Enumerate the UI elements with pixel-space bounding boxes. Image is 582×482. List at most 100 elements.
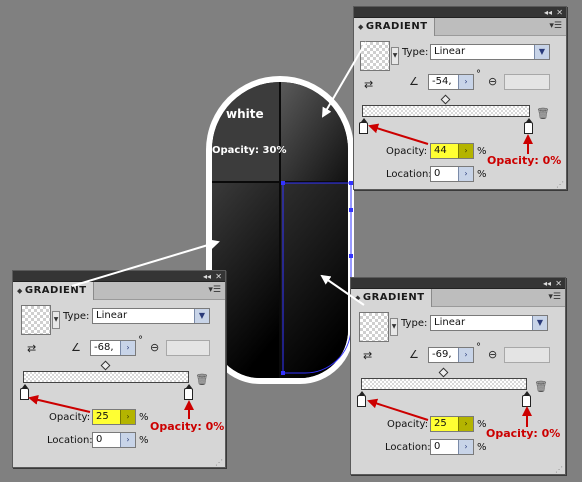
opacity-label: Opacity: — [49, 412, 91, 423]
end-stop-opacity-note: Opacity: 0% — [487, 154, 562, 167]
reverse-gradient-icon[interactable]: ⇄ — [364, 79, 373, 91]
end-stop-opacity-note: Opacity: 0% — [150, 420, 225, 433]
angle-value: -54, — [432, 76, 452, 87]
panel-menu-icon[interactable]: ▾☰ — [548, 292, 561, 302]
opacity-field[interactable]: 25 › — [92, 409, 136, 425]
angle-icon: ∠ — [409, 75, 419, 88]
type-select[interactable]: Linear ▼ — [430, 44, 550, 60]
angle-unit: ° — [476, 342, 481, 353]
angle-value: -68, — [94, 342, 114, 353]
gradient-ramp[interactable] — [23, 371, 189, 383]
tab-gradient-label: GRADIENT — [362, 292, 425, 303]
gradient-midpoint[interactable] — [100, 360, 111, 371]
type-label: Type: — [401, 318, 428, 329]
gradient-swatch[interactable] — [359, 312, 389, 342]
swatch-dropdown-icon[interactable]: ▼ — [52, 311, 60, 329]
tab-expand-icon[interactable]: ◆ — [358, 23, 364, 31]
panel-titlebar[interactable]: ◂◂ ✕ — [13, 271, 225, 282]
gradient-swatch[interactable] — [360, 41, 390, 71]
gradient-swatch[interactable] — [21, 305, 51, 335]
collapse-icon[interactable]: ◂◂ — [543, 279, 551, 288]
close-icon[interactable]: ✕ — [556, 8, 563, 17]
swatch-dropdown-icon[interactable]: ▼ — [391, 47, 399, 65]
gradient-stop-end[interactable] — [524, 118, 533, 134]
tab-gradient-label: GRADIENT — [24, 285, 87, 296]
delete-stop-icon[interactable]: 🗑 — [536, 107, 550, 120]
chevron-right-icon[interactable]: › — [458, 348, 473, 362]
chevron-down-icon[interactable]: ▼ — [532, 316, 547, 330]
delete-stop-icon[interactable]: 🗑 — [195, 373, 209, 386]
collapse-icon[interactable]: ◂◂ — [203, 272, 211, 281]
chevron-right-icon[interactable]: › — [458, 75, 473, 89]
opacity-value: 25 — [96, 411, 109, 422]
opacity-field[interactable]: 44 › — [430, 143, 474, 159]
angle-field[interactable]: -54, › — [428, 74, 474, 90]
swatch-dropdown-icon[interactable]: ▼ — [390, 318, 398, 336]
angle-icon: ∠ — [71, 341, 81, 354]
angle-icon: ∠ — [409, 348, 419, 361]
location-field[interactable]: 0 › — [92, 432, 136, 448]
opacity-unit: % — [139, 412, 149, 423]
opacity-unit: % — [477, 146, 487, 157]
chevron-right-icon[interactable]: › — [120, 410, 135, 424]
tab-gradient[interactable]: ◆ GRADIENT — [354, 18, 435, 36]
gradient-ramp[interactable] — [362, 105, 530, 117]
gradient-stop-start[interactable] — [357, 391, 366, 407]
location-unit: % — [477, 169, 487, 180]
type-label: Type: — [402, 47, 429, 58]
anchor-point[interactable] — [281, 181, 285, 185]
gradient-stop-end[interactable] — [184, 384, 193, 400]
panel-menu-icon[interactable]: ▾☰ — [208, 285, 221, 295]
chevron-right-icon[interactable]: › — [458, 167, 473, 181]
chevron-right-icon[interactable]: › — [458, 144, 473, 158]
chevron-down-icon[interactable]: ▼ — [194, 309, 209, 323]
resize-grip-icon[interactable]: ⋰ — [215, 458, 223, 467]
angle-field[interactable]: -68, › — [90, 340, 136, 356]
delete-stop-icon[interactable]: 🗑 — [534, 380, 548, 393]
anchor-point[interactable] — [281, 371, 285, 375]
aspect-ratio-icon: ⊖ — [488, 75, 498, 88]
location-field[interactable]: 0 › — [430, 439, 474, 455]
angle-value: -69, — [432, 349, 452, 360]
opacity-label: Opacity: — [387, 419, 429, 430]
anchor-point[interactable] — [349, 208, 353, 212]
tab-expand-icon[interactable]: ◆ — [17, 287, 23, 295]
gradient-midpoint[interactable] — [438, 367, 449, 378]
location-value: 0 — [96, 434, 103, 445]
panel-menu-icon[interactable]: ▾☰ — [549, 21, 562, 31]
panel-titlebar[interactable]: ◂◂ ✕ — [354, 7, 566, 18]
close-icon[interactable]: ✕ — [555, 279, 562, 288]
gradient-ramp[interactable] — [361, 378, 527, 390]
location-value: 0 — [434, 441, 441, 452]
type-select-value: Linear — [434, 46, 466, 57]
location-field[interactable]: 0 › — [430, 166, 474, 182]
resize-grip-icon[interactable]: ⋰ — [556, 180, 564, 189]
type-select[interactable]: Linear ▼ — [430, 315, 548, 331]
chevron-down-icon[interactable]: ▼ — [534, 45, 549, 59]
opacity-field[interactable]: 25 › — [430, 416, 474, 432]
chevron-right-icon[interactable]: › — [120, 433, 135, 447]
close-icon[interactable]: ✕ — [215, 272, 222, 281]
chevron-right-icon[interactable]: › — [120, 341, 135, 355]
angle-field[interactable]: -69, › — [428, 347, 474, 363]
tab-expand-icon[interactable]: ◆ — [355, 294, 361, 302]
tab-gradient[interactable]: ◆ GRADIENT — [351, 289, 432, 307]
gradient-stop-start[interactable] — [20, 384, 29, 400]
segment-top-left — [212, 82, 279, 181]
location-label: Location: — [385, 442, 431, 453]
collapse-icon[interactable]: ◂◂ — [544, 8, 552, 17]
reverse-gradient-icon[interactable]: ⇄ — [27, 343, 36, 355]
gradient-midpoint[interactable] — [440, 94, 451, 105]
resize-grip-icon[interactable]: ⋰ — [555, 465, 563, 474]
anchor-point[interactable] — [349, 254, 353, 258]
location-unit: % — [139, 435, 149, 446]
gradient-stop-end[interactable] — [522, 391, 531, 407]
chevron-right-icon[interactable]: › — [458, 417, 473, 431]
reverse-gradient-icon[interactable]: ⇄ — [363, 350, 372, 362]
type-select[interactable]: Linear ▼ — [92, 308, 210, 324]
chevron-right-icon[interactable]: › — [458, 440, 473, 454]
tab-gradient[interactable]: ◆ GRADIENT — [13, 282, 94, 300]
panel-titlebar[interactable]: ◂◂ ✕ — [351, 278, 565, 289]
gradient-panel-right: ◂◂ ✕ ◆ GRADIENT ▾☰ ▼ Type: Linear ▼ ⇄ ∠ -… — [350, 277, 566, 475]
gradient-stop-start[interactable] — [359, 118, 368, 134]
